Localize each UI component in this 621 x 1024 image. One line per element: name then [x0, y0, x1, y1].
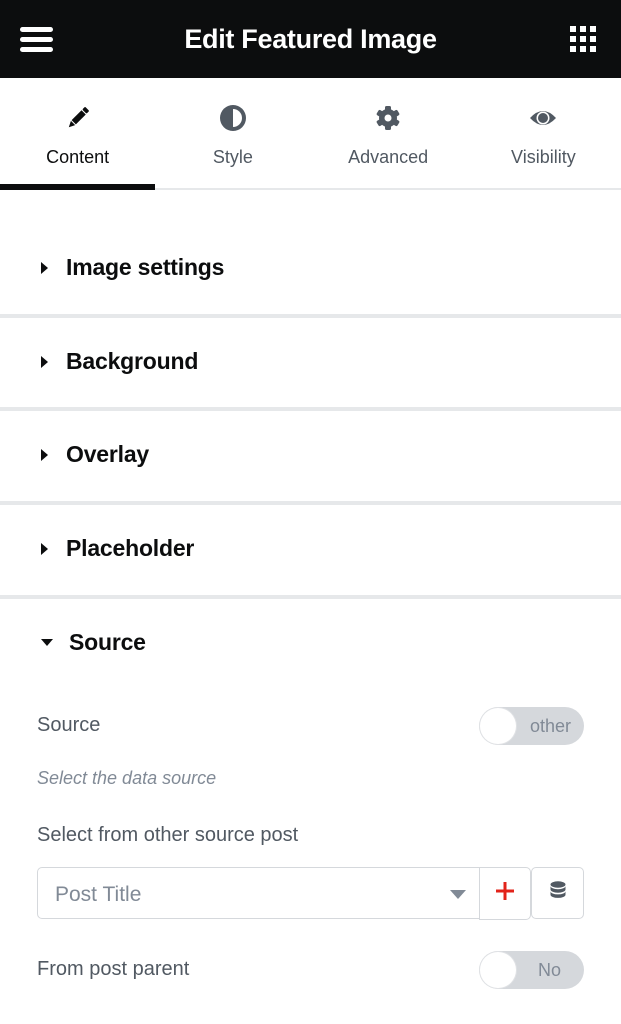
section-title: Background	[66, 348, 199, 374]
pencil-icon	[64, 104, 92, 132]
gear-icon	[374, 104, 402, 132]
add-button[interactable]	[479, 867, 531, 920]
page-title: Edit Featured Image	[184, 23, 437, 54]
post-select[interactable]: Post Title	[37, 867, 480, 919]
half-circle-icon	[219, 104, 247, 132]
dropdown-arrow-icon	[450, 890, 466, 899]
tab-advanced[interactable]: Advanced	[311, 78, 466, 188]
post-parent-label: From post parent	[37, 958, 190, 980]
editor-tabs: Content Style Advanced Visibility	[0, 78, 621, 190]
menu-button[interactable]	[20, 27, 54, 53]
eye-icon	[529, 104, 557, 132]
toggle-knob	[480, 708, 516, 744]
section-title: Placeholder	[66, 535, 195, 561]
other-source-post-label: Select from other source post	[37, 824, 299, 846]
section-title: Overlay	[66, 441, 149, 467]
source-toggle[interactable]: other	[479, 707, 584, 745]
source-description: Select the data source	[37, 768, 217, 788]
tab-label: Style	[212, 147, 253, 167]
plus-icon	[496, 882, 514, 905]
source-label: Source	[37, 714, 101, 736]
hamburger-icon-line	[20, 47, 53, 52]
caret-right-icon	[41, 355, 48, 368]
tab-visibility[interactable]: Visibility	[466, 78, 621, 188]
section-source[interactable]: Source	[0, 599, 621, 679]
section-background[interactable]: Background	[0, 318, 621, 411]
toggle-text: other	[529, 716, 571, 736]
caret-down-icon	[41, 639, 53, 646]
caret-right-icon	[41, 448, 48, 461]
tab-label: Visibility	[511, 147, 576, 167]
section-placeholder[interactable]: Placeholder	[0, 505, 621, 599]
toggle-text: No	[537, 960, 561, 980]
section-title: Source	[69, 629, 146, 655]
caret-right-icon	[41, 542, 48, 555]
caret-right-icon	[41, 261, 48, 274]
section-title: Image settings	[66, 254, 225, 280]
section-overlay[interactable]: Overlay	[0, 411, 621, 505]
post-select-value: Post Title	[55, 883, 142, 906]
panel-header: Edit Featured Image	[0, 0, 621, 78]
tab-content[interactable]: Content	[0, 78, 156, 190]
dynamic-tags-button[interactable]	[531, 867, 584, 919]
tab-label: Advanced	[348, 147, 429, 167]
toggle-knob	[480, 952, 516, 988]
tab-style[interactable]: Style	[155, 78, 310, 188]
hamburger-icon-line	[20, 37, 53, 42]
database-icon	[550, 880, 566, 906]
tab-label: Content	[46, 147, 110, 167]
widgets-grid-button[interactable]	[570, 26, 596, 52]
post-parent-toggle[interactable]: No	[479, 951, 584, 989]
section-image-settings[interactable]: Image settings	[0, 192, 621, 318]
hamburger-icon	[20, 27, 53, 32]
